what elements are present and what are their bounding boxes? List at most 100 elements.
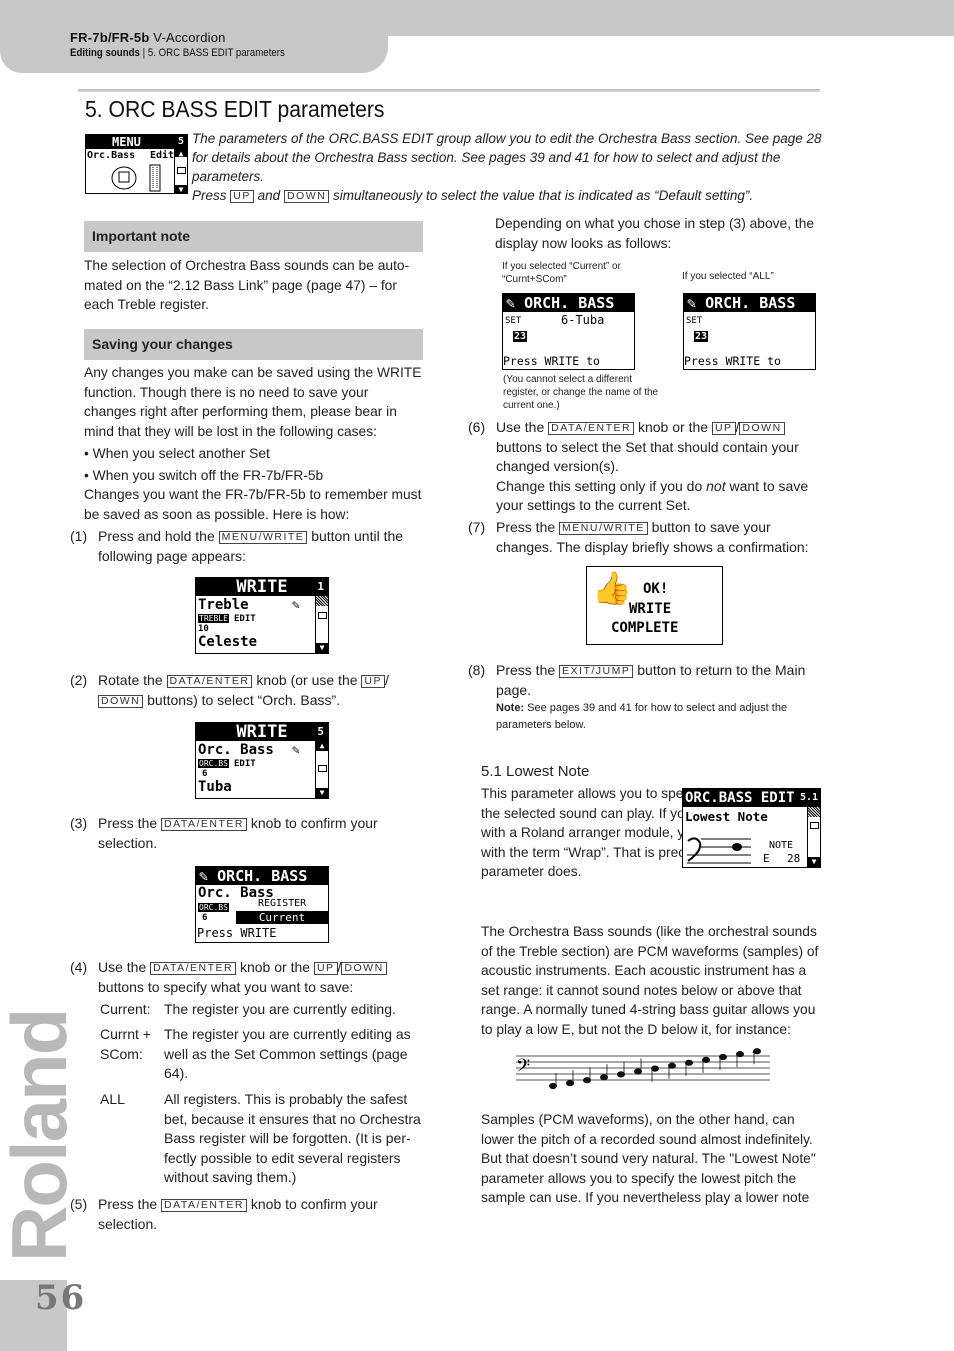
note-head	[634, 1068, 642, 1075]
step-number: (7)	[468, 519, 486, 535]
step-text: Change this setting only if you do	[496, 477, 703, 494]
lcd-title: MENU	[112, 135, 141, 149]
lcd-page: 5	[317, 725, 324, 738]
data-enter-key: DATA/ENTER	[161, 1199, 247, 1212]
bass-clef-staff-icon	[687, 837, 751, 864]
lowest-note-p3: Samples (PCM waveforms), on the other ha…	[481, 1112, 816, 1205]
note-head	[719, 1053, 727, 1061]
scroll-up-icon: ▲	[175, 149, 187, 158]
lcd-line-1: Orc. Bass	[198, 742, 274, 758]
bullet-text: When you select another Set	[92, 446, 270, 461]
step-text: knob or the	[637, 419, 709, 435]
step-text: Use the	[496, 419, 545, 435]
note-head	[668, 1062, 676, 1069]
saving-paragraph: Any changes you make can be saved using …	[84, 365, 422, 439]
lcd-page: 1	[317, 580, 324, 593]
lcd-line: Orc.Bass	[87, 150, 136, 161]
lowest-note-p2: The Orchestra Bass sounds (like the orch…	[481, 924, 819, 1037]
tuba-icon	[111, 164, 161, 192]
title-rule	[78, 89, 820, 92]
down-key: DOWN	[739, 422, 785, 435]
intro-default-text: simultaneously to select the value that …	[332, 188, 754, 203]
lcd-line-2: Tuba	[198, 779, 232, 795]
lcd-page: 5	[177, 136, 184, 147]
note-head	[736, 1051, 744, 1058]
lcd-orch-bass-current: ✎ ORCH. BASS SET 6-Tuba 23 Press WRITE t…	[502, 293, 635, 370]
lcd-title: ORCH. BASS	[705, 294, 796, 312]
edit-icon: ✎	[292, 598, 300, 613]
note-head	[617, 1071, 625, 1078]
lcd-title: ORC.BASS EDIT	[685, 790, 795, 806]
lcd-write: WRITE	[629, 601, 672, 617]
product-title: FR-7b/FR-5b V-Accordion	[70, 30, 226, 45]
lcd-edit: Edit	[150, 150, 175, 161]
breadcrumb-section: Editing sounds	[70, 47, 140, 59]
lcd-orch-bass-register: ✎ ORCH. BASS Orc. Bass ORC.BS 6 REGISTER…	[195, 866, 329, 943]
up-key: UP	[711, 422, 736, 435]
step-number: (4)	[70, 959, 88, 975]
lcd-register-label: REGISTER	[258, 898, 307, 909]
option-term: ALL	[100, 1091, 125, 1107]
step-number: (8)	[468, 662, 486, 678]
intro-and: and	[257, 188, 281, 203]
saving-heading: Saving your changes	[84, 329, 423, 360]
lcd-line-1: Treble	[198, 597, 249, 613]
thumbs-up-icon: 👍	[592, 569, 632, 607]
lcd-orch-bass-all: ✎ ORCH. BASS SET 23 Press WRITE to Save	[683, 293, 816, 370]
up-key: UP	[361, 675, 385, 688]
intro-press: Press	[192, 188, 227, 203]
exit-jump-key: EXIT/JUMP	[559, 665, 634, 678]
lcd-note-label: NOTE	[769, 840, 794, 851]
edit-icon: ✎	[687, 294, 697, 312]
step-number: (3)	[70, 815, 88, 831]
lcd-scrollbar: ▲ ▼	[315, 741, 328, 798]
scroll-down-icon: ▼	[316, 643, 328, 653]
down-key: DOWN	[341, 962, 387, 975]
lcd-line: Lowest Note	[685, 809, 768, 824]
roland-logo: Roland	[0, 1009, 83, 1262]
lcd-note-name: E	[763, 852, 770, 865]
lcd-edit: EDIT	[234, 759, 256, 769]
lcd-write-orc-bass: WRITE 5 Orc. Bass ORC.BS 6 EDIT Tuba ✎ ▲…	[195, 722, 329, 799]
edit-icon: ✎	[506, 294, 516, 312]
lcd-ok: OK!	[643, 581, 669, 597]
edit-icon: ✎	[199, 867, 209, 885]
lcd-scrollbar: ▼	[807, 807, 820, 867]
lcd-write-complete: 👍 OK! WRITE COMPLETE	[586, 566, 723, 645]
lcd-tag: ORC.BS	[198, 759, 229, 768]
step-text: Rotate the	[98, 672, 163, 688]
caption-current: If you selected “Current” or “Curnt+SCom…	[502, 261, 621, 285]
current-note: (You cannot select a different register,…	[503, 374, 659, 411]
edit-icon: ✎	[292, 743, 300, 758]
option-desc: All registers. This is probably the safe…	[164, 1091, 421, 1185]
lcd-number: 6	[202, 769, 208, 779]
note-head	[702, 1056, 710, 1063]
note-text: See pages 39 and 41 for how to select an…	[496, 702, 788, 731]
lcd-title: WRITE	[236, 722, 288, 742]
bullet-item: • When you select another Set	[84, 446, 270, 461]
down-key: DOWN	[98, 694, 144, 708]
breadcrumb: Editing sounds | 5. ORC BASS EDIT parame…	[70, 47, 285, 59]
lcd-tag: TREBLE	[198, 614, 229, 623]
emphasis: not	[706, 477, 726, 494]
lcd-title: WRITE	[236, 577, 288, 597]
display-intro: Depending on what you chose in step (3) …	[495, 216, 815, 251]
saving-body: Any changes you make can be saved using …	[84, 363, 424, 524]
lcd-number: 10	[198, 624, 209, 634]
menu-write-key: MENU/WRITE	[218, 531, 308, 544]
scroll-up-icon: ▲	[316, 741, 328, 751]
step-text: buttons to select the Set that should co…	[496, 438, 799, 475]
option-desc: The register you are currently editing.	[164, 1001, 396, 1017]
data-enter-key: DATA/ENTER	[166, 675, 253, 688]
lowest-note-p1-start: This parameter allows you to specify the…	[481, 784, 805, 882]
scroll-down-icon: ▼	[175, 185, 187, 193]
bass-clef-icon: 𝄢	[516, 1056, 530, 1081]
bullet-item: • When you switch off the FR-7b/FR-5b	[84, 467, 324, 483]
step-number: (6)	[468, 419, 486, 435]
lowest-note-heading: 5.1 Lowest Note	[481, 763, 590, 780]
tilde-mark: ~	[752, 1046, 759, 1060]
lcd-note-value: 28	[787, 852, 801, 865]
step-text: Press and hold the	[98, 528, 215, 544]
bass-range-staff: 𝄢 ~	[516, 1046, 770, 1090]
page-number: 56	[35, 1278, 87, 1318]
